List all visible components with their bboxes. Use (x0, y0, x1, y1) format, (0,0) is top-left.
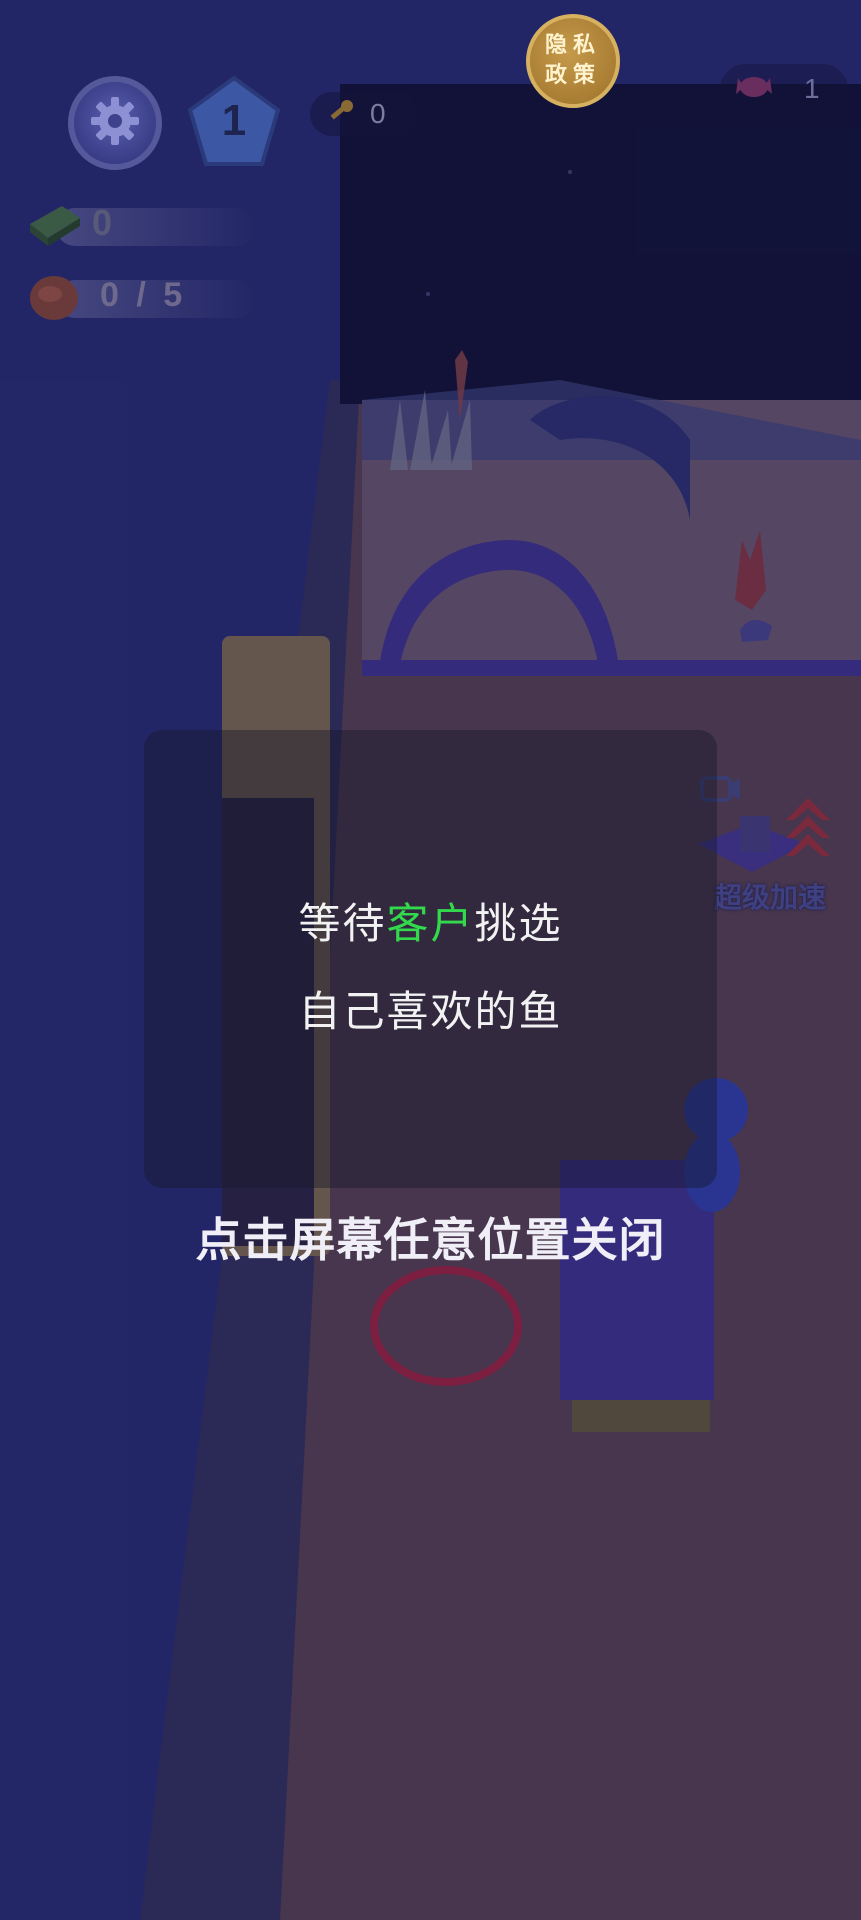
tutorial-line-1-pre: 等待 (298, 899, 387, 948)
fish-capacity-counter: 0 / 5 (26, 270, 256, 326)
key-count: 0 (370, 98, 386, 129)
tutorial-dialog: 等待客户挑选 自己喜欢的鱼 (144, 730, 717, 1188)
fish-icon (26, 270, 84, 330)
cash-icon (26, 200, 84, 254)
candy-icon (732, 70, 776, 108)
tutorial-line-2: 自己喜欢的鱼 (298, 987, 563, 1036)
tutorial-line-1: 等待客户挑选 (144, 890, 717, 951)
gem-count: 1 (804, 73, 820, 104)
tutorial-line-1-post: 挑选 (474, 899, 563, 948)
key-counter: 0 (310, 92, 418, 136)
cash-count: 0 (92, 202, 113, 243)
privacy-policy-button[interactable]: 隐私政策 (526, 14, 620, 108)
fish-count: 0 / 5 (100, 276, 187, 314)
settings-button[interactable] (68, 76, 162, 170)
tap-to-close-hint[interactable]: 点击屏幕任意位置关闭 (0, 1204, 861, 1270)
key-icon (326, 97, 356, 131)
gem-counter: 1 (720, 64, 848, 114)
gear-icon (88, 94, 142, 152)
aquarium-tank (340, 84, 861, 404)
level-number: 1 (221, 96, 247, 145)
level-badge: 1 (186, 74, 282, 168)
tank-wall (362, 660, 861, 676)
privacy-policy-label: 隐私政策 (544, 33, 601, 88)
cash-bar (56, 208, 256, 246)
cash-counter: 0 (26, 198, 256, 254)
tutorial-highlight: 客户 (386, 899, 475, 948)
